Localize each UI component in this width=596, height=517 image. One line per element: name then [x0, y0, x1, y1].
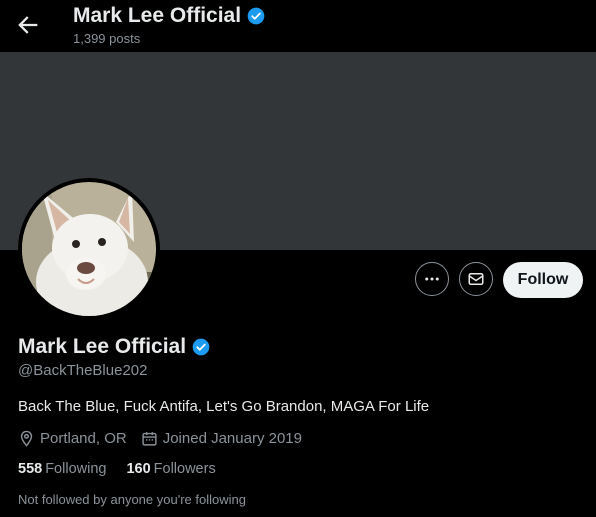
avatar[interactable]: [22, 182, 156, 316]
more-button[interactable]: [415, 262, 449, 296]
profile-name-row: Mark Lee Official: [18, 335, 211, 359]
location-pin-icon: [20, 430, 33, 447]
following-link[interactable]: 558 Following: [18, 461, 106, 477]
message-button[interactable]: [459, 262, 493, 296]
message-icon: [468, 273, 484, 285]
top-header: Mark Lee Official 1,399 posts: [0, 0, 596, 52]
followers-count: 160: [126, 461, 151, 477]
avatar-frame: [18, 178, 160, 320]
calendar-icon: [142, 432, 157, 446]
more-icon: [425, 277, 439, 281]
back-arrow-icon: [18, 16, 38, 34]
dog-avatar-image: [22, 182, 156, 316]
verified-badge-icon: [247, 7, 265, 25]
follow-stats: 558 Following 160 Followers: [18, 461, 236, 477]
verified-badge-icon[interactable]: [191, 337, 211, 357]
joined-item: Joined January 2019: [141, 430, 302, 447]
follow-button[interactable]: Follow: [503, 262, 583, 298]
followed-by-note: Not followed by anyone you're following: [18, 492, 246, 507]
profile-name: Mark Lee Official: [18, 335, 187, 358]
following-count: 558: [18, 461, 43, 477]
profile-meta: Portland, OR Joined January 2019: [18, 430, 316, 447]
profile-handle: @BackTheBlue202: [18, 362, 148, 379]
location-text: Portland, OR: [40, 430, 127, 447]
profile-bio: Back The Blue, Fuck Antifa, Let's Go Bra…: [18, 398, 430, 415]
post-count: 1,399 posts: [73, 31, 141, 46]
following-label: Following: [45, 461, 107, 477]
back-button[interactable]: [14, 11, 42, 39]
header-title: Mark Lee Official: [73, 4, 242, 27]
header-title-row: Mark Lee Official: [73, 4, 266, 28]
location-item: Portland, OR: [18, 430, 127, 447]
followers-link[interactable]: 160 Followers: [126, 461, 215, 477]
joined-text: Joined January 2019: [162, 430, 302, 447]
followers-label: Followers: [153, 461, 216, 477]
